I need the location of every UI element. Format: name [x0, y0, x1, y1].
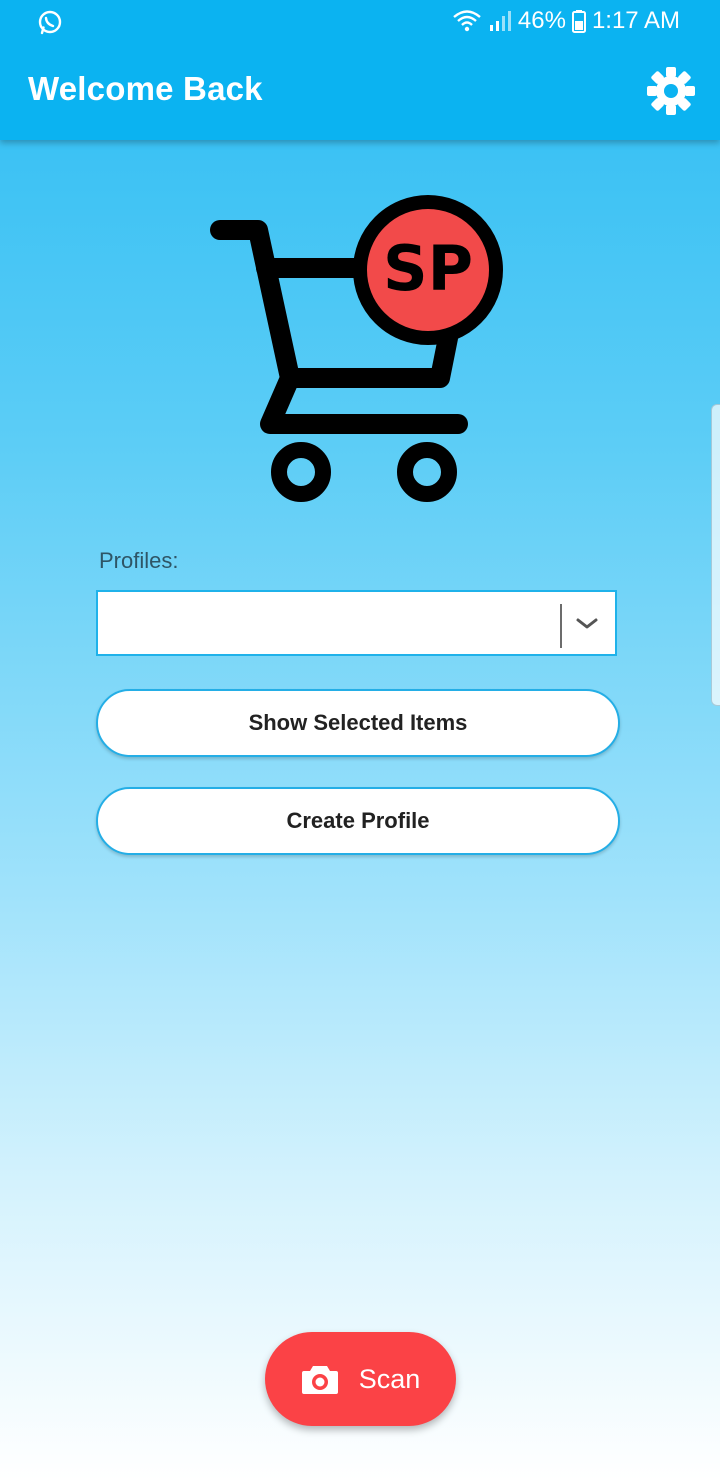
status-icons: 46% 1:17 AM: [452, 4, 680, 38]
profiles-label: Profiles:: [99, 548, 179, 573]
chevron-down-icon[interactable]: [574, 614, 600, 634]
profiles-dropdown[interactable]: [96, 590, 617, 656]
logo-text: SP: [383, 232, 473, 305]
battery-icon: [571, 10, 586, 33]
whatsapp-icon: [38, 10, 62, 35]
page-title: Welcome Back: [28, 70, 263, 107]
status-bar: 46% 1:17 AM: [0, 0, 720, 44]
shopping-cart-icon: SP: [210, 195, 503, 502]
show-selected-items-button[interactable]: Show Selected Items: [96, 689, 620, 757]
dropdown-divider: [560, 604, 562, 648]
create-profile-button[interactable]: Create Profile: [96, 787, 620, 855]
gear-icon[interactable]: [644, 64, 698, 118]
edge-panel-handle[interactable]: [711, 404, 720, 706]
camera-icon: [301, 1366, 338, 1394]
scan-label: Scan: [358, 1363, 421, 1394]
signal-icon: [489, 11, 511, 31]
scan-button[interactable]: Scan: [265, 1332, 456, 1426]
clock: 1:17 AM: [591, 7, 680, 34]
wifi-icon: [453, 10, 481, 32]
top-bar: 46% 1:17 AM Welcome Back: [0, 0, 720, 140]
battery-percent: 46%: [517, 7, 566, 34]
